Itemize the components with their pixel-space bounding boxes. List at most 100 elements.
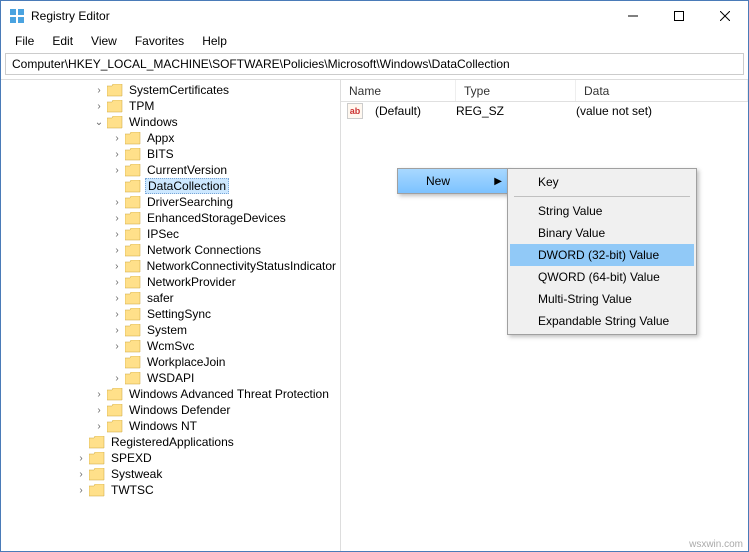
list-row[interactable]: ab (Default) REG_SZ (value not set) — [341, 102, 748, 120]
menu-file[interactable]: File — [7, 32, 42, 50]
menu-favorites[interactable]: Favorites — [127, 32, 192, 50]
expand-icon[interactable]: › — [111, 229, 123, 240]
registry-editor-window: Registry Editor File Edit View Favorites… — [0, 0, 749, 552]
expand-icon[interactable]: › — [111, 325, 123, 336]
context-menu-new[interactable]: New ▶ — [398, 169, 508, 193]
tree-node[interactable]: ›SettingSync — [109, 306, 340, 322]
folder-icon — [125, 244, 141, 257]
tree-node[interactable]: ›TWTSC — [73, 482, 340, 498]
col-name[interactable]: Name — [341, 80, 456, 101]
folder-icon — [107, 100, 123, 113]
tree-node[interactable]: DataCollection — [109, 178, 340, 194]
expand-icon[interactable]: › — [111, 133, 123, 144]
folder-icon — [125, 276, 141, 289]
tree-node[interactable]: › NetworkConnectivityStatusIndicator — [109, 258, 340, 274]
expand-icon[interactable]: › — [75, 469, 87, 480]
tree-node[interactable]: ›IPSec — [109, 226, 340, 242]
tree-label: NetworkConnectivityStatusIndicator — [145, 259, 338, 273]
tree-node[interactable]: RegisteredApplications — [73, 434, 340, 450]
folder-icon — [125, 212, 141, 225]
expand-icon[interactable]: › — [93, 421, 105, 432]
tree-node[interactable]: ›NetworkProvider — [109, 274, 340, 290]
tree-node[interactable]: › Windows NT — [91, 418, 340, 434]
menu-edit[interactable]: Edit — [44, 32, 81, 50]
folder-icon — [89, 452, 105, 465]
string-value-icon: ab — [347, 103, 363, 119]
minimize-button[interactable] — [610, 1, 656, 31]
context-submenu-new: Key String Value Binary Value DWORD (32-… — [507, 168, 697, 335]
maximize-button[interactable] — [656, 1, 702, 31]
tree-label: BITS — [145, 147, 176, 161]
window-title: Registry Editor — [31, 9, 610, 23]
expand-icon[interactable]: › — [75, 453, 87, 464]
tree-node[interactable]: ›WSDAPI — [109, 370, 340, 386]
address-bar[interactable]: Computer\HKEY_LOCAL_MACHINE\SOFTWARE\Pol… — [5, 53, 744, 75]
folder-icon — [89, 436, 105, 449]
titlebar[interactable]: Registry Editor — [1, 1, 748, 31]
tree-node[interactable]: › SystemCertificates — [91, 82, 340, 98]
tree-node[interactable]: WorkplaceJoin — [109, 354, 340, 370]
tree-node[interactable]: › safer — [109, 290, 340, 306]
submenu-dword-value[interactable]: DWORD (32-bit) Value — [510, 244, 694, 266]
tree-node[interactable]: ›Windows Defender — [91, 402, 340, 418]
expand-icon[interactable]: › — [111, 213, 123, 224]
folder-icon — [125, 372, 141, 385]
expand-icon[interactable]: › — [93, 85, 105, 96]
tree-label: SPEXD — [109, 451, 154, 465]
tree-pane[interactable]: › SystemCertificates › TPM⌄Windows › Appx › BIT… — [1, 80, 341, 551]
submenu-multistring-value[interactable]: Multi-String Value — [510, 288, 694, 310]
expand-icon[interactable]: › — [111, 197, 123, 208]
expand-icon[interactable]: › — [111, 277, 123, 288]
registry-tree: › SystemCertificates › TPM⌄Windows › Appx › BIT… — [1, 82, 340, 498]
expand-icon[interactable]: › — [111, 245, 123, 256]
tree-node[interactable]: › SPEXD — [73, 450, 340, 466]
value-list-pane[interactable]: Name Type Data ab (Default) REG_SZ (valu… — [341, 80, 748, 551]
submenu-key[interactable]: Key — [510, 171, 694, 193]
expand-icon[interactable]: › — [111, 261, 123, 272]
col-data[interactable]: Data — [576, 80, 748, 101]
folder-icon — [107, 420, 123, 433]
tree-node[interactable]: › TPM — [91, 98, 340, 114]
context-menu: New ▶ — [397, 168, 509, 194]
expand-icon[interactable]: › — [111, 373, 123, 384]
tree-node[interactable]: ›DriverSearching — [109, 194, 340, 210]
close-button[interactable] — [702, 1, 748, 31]
tree-node[interactable]: ›System — [109, 322, 340, 338]
submenu-string-value[interactable]: String Value — [510, 200, 694, 222]
expand-icon[interactable]: › — [111, 165, 123, 176]
tree-label: TPM — [127, 99, 156, 113]
col-type[interactable]: Type — [456, 80, 576, 101]
tree-node[interactable]: ›CurrentVersion — [109, 162, 340, 178]
submenu-binary-value[interactable]: Binary Value — [510, 222, 694, 244]
tree-node[interactable]: ›Network Connections — [109, 242, 340, 258]
tree-label: safer — [145, 291, 176, 305]
submenu-expandable-string-value[interactable]: Expandable String Value — [510, 310, 694, 332]
tree-node[interactable]: ›Systweak — [73, 466, 340, 482]
submenu-qword-value[interactable]: QWORD (64-bit) Value — [510, 266, 694, 288]
tree-node[interactable]: ›Windows Advanced Threat Protection — [91, 386, 340, 402]
expand-icon[interactable]: › — [111, 341, 123, 352]
folder-icon — [125, 196, 141, 209]
tree-label: Appx — [145, 131, 176, 145]
expand-icon[interactable]: › — [111, 309, 123, 320]
expand-icon[interactable]: › — [93, 101, 105, 112]
folder-icon — [125, 228, 141, 241]
submenu-separator — [514, 196, 690, 197]
expand-icon[interactable]: › — [111, 293, 123, 304]
value-name: (Default) — [367, 104, 448, 118]
tree-node[interactable]: ›EnhancedStorageDevices — [109, 210, 340, 226]
menu-view[interactable]: View — [83, 32, 125, 50]
tree-node[interactable]: ›WcmSvc — [109, 338, 340, 354]
expand-icon[interactable]: › — [111, 149, 123, 160]
menubar: File Edit View Favorites Help — [1, 31, 748, 51]
expand-icon[interactable]: › — [93, 389, 105, 400]
menu-help[interactable]: Help — [194, 32, 235, 50]
expand-icon[interactable]: › — [75, 485, 87, 496]
tree-label: Windows NT — [127, 419, 199, 433]
expand-icon[interactable]: › — [93, 405, 105, 416]
tree-node[interactable]: ⌄Windows — [91, 114, 340, 130]
tree-node[interactable]: › BITS — [109, 146, 340, 162]
collapse-icon[interactable]: ⌄ — [93, 117, 105, 128]
tree-node[interactable]: › Appx — [109, 130, 340, 146]
tree-label: SystemCertificates — [127, 83, 231, 97]
